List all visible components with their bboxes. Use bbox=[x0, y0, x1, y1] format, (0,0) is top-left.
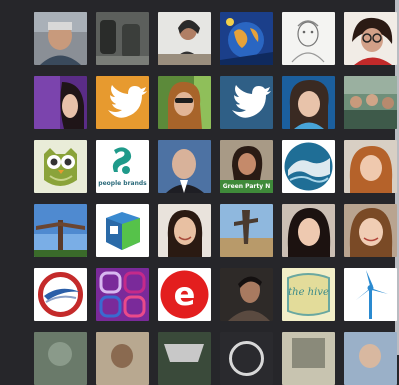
avatar-tile[interactable] bbox=[34, 140, 87, 193]
avatar-tile[interactable] bbox=[34, 12, 87, 65]
avatar-tile[interactable] bbox=[34, 204, 87, 257]
avatar-woman-smiling bbox=[158, 204, 211, 257]
avatar-tile[interactable] bbox=[282, 12, 335, 65]
avatar-tile[interactable] bbox=[34, 76, 87, 129]
twitter-bird-icon bbox=[96, 76, 149, 129]
avatar-tile[interactable] bbox=[220, 332, 273, 385]
wave-circle-logo bbox=[282, 140, 335, 193]
avatar-tile[interactable] bbox=[96, 12, 149, 65]
avatar-tile[interactable] bbox=[220, 268, 273, 321]
avatar-group-photo bbox=[344, 76, 397, 129]
avatar-partial-2 bbox=[96, 332, 149, 385]
avatar-tile[interactable] bbox=[220, 204, 273, 257]
avatar-woman-red-hair bbox=[344, 140, 397, 193]
avatar-tile[interactable] bbox=[96, 204, 149, 257]
avatar-partial-6 bbox=[344, 332, 397, 385]
wind-turbine-icon bbox=[344, 268, 397, 321]
avatar-woman-glasses bbox=[344, 12, 397, 65]
avatar-tile[interactable] bbox=[344, 268, 397, 321]
twitter-bird-icon bbox=[220, 76, 273, 129]
avatar-tile[interactable] bbox=[96, 76, 149, 129]
avatar-tile[interactable] bbox=[158, 12, 211, 65]
avatar-tile[interactable] bbox=[344, 204, 397, 257]
avatar-tile[interactable] bbox=[220, 12, 273, 65]
avatar-tile[interactable] bbox=[344, 12, 397, 65]
avatar-man-dark bbox=[220, 268, 273, 321]
avatar-tile[interactable] bbox=[158, 140, 211, 193]
avatar-partial-3 bbox=[158, 332, 211, 385]
avatar-man-smiling bbox=[34, 12, 87, 65]
avatar-tile[interactable] bbox=[344, 332, 397, 385]
avatar-woman-purple bbox=[34, 76, 87, 129]
avatar-boots bbox=[96, 12, 149, 65]
avatar-woman-sign bbox=[220, 140, 273, 193]
avatar-tile[interactable] bbox=[282, 204, 335, 257]
avatar-woman-sunglasses bbox=[158, 76, 211, 129]
avatar-tile[interactable]: Green Party N bbox=[220, 140, 273, 193]
avatar-woman-dark-hair bbox=[282, 204, 335, 257]
avatar-tile[interactable] bbox=[34, 332, 87, 385]
avatar-tile[interactable] bbox=[282, 332, 335, 385]
avatar-tile[interactable] bbox=[34, 268, 87, 321]
compass-logo bbox=[34, 268, 87, 321]
avatar-grid: people brands Green Party N e the hive bbox=[34, 12, 397, 385]
the-hive-logo bbox=[282, 268, 335, 321]
avatar-tile[interactable] bbox=[282, 76, 335, 129]
avatar-tile[interactable] bbox=[344, 140, 397, 193]
angel-of-north-photo bbox=[34, 204, 87, 257]
sculpture-sky-photo bbox=[220, 204, 273, 257]
avatar-tile[interactable]: e bbox=[158, 268, 211, 321]
avatar-partial-4 bbox=[220, 332, 273, 385]
avatar-tile[interactable] bbox=[220, 76, 273, 129]
avatar-tile[interactable] bbox=[158, 76, 211, 129]
red-e-logo bbox=[158, 268, 211, 321]
avatar-partial-1 bbox=[34, 332, 87, 385]
avatar-partial-5 bbox=[282, 332, 335, 385]
avatar-tile[interactable] bbox=[344, 76, 397, 129]
product-box-logo bbox=[96, 204, 149, 257]
avatar-tile[interactable]: people brands bbox=[96, 140, 149, 193]
avatar-woman-at-desk bbox=[158, 12, 211, 65]
avatar-tile[interactable]: the hive bbox=[282, 268, 335, 321]
people-brand-logo bbox=[96, 140, 149, 193]
avatar-tile[interactable] bbox=[158, 332, 211, 385]
avatar-woman-blue bbox=[282, 76, 335, 129]
avatar-tile[interactable] bbox=[96, 268, 149, 321]
avatar-globe-art bbox=[220, 12, 273, 65]
avatar-woman-blonde bbox=[344, 204, 397, 257]
avatar-tile[interactable] bbox=[158, 204, 211, 257]
purple-squares-logo bbox=[96, 268, 149, 321]
avatar-tile[interactable] bbox=[96, 332, 149, 385]
avatar-sketch-portrait bbox=[282, 12, 335, 65]
owl-logo bbox=[34, 140, 87, 193]
avatar-bald-man bbox=[158, 140, 211, 193]
avatar-tile[interactable] bbox=[282, 140, 335, 193]
